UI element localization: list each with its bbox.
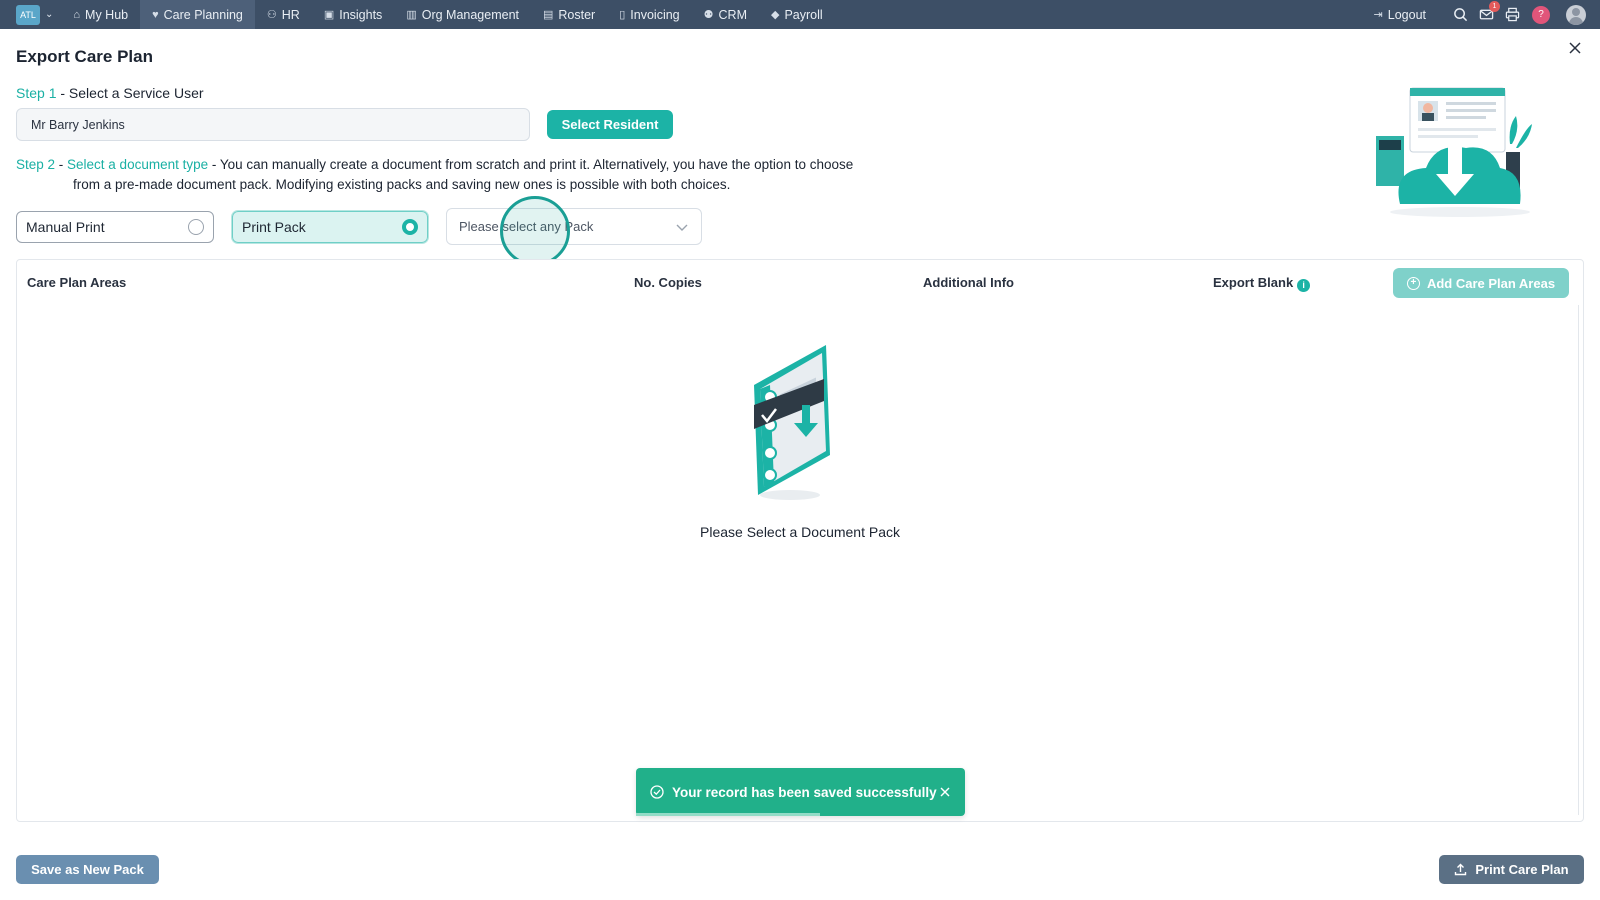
toast-progress-bar: [636, 813, 821, 816]
save-as-new-pack-button[interactable]: Save as New Pack: [16, 855, 159, 884]
step2-heading: Step 2 - Select a document type - You ca…: [16, 155, 936, 195]
step2-description-a: - You can manually create a document fro…: [208, 157, 854, 172]
pack-select-dropdown[interactable]: Please select any Pack: [446, 208, 702, 245]
building-icon: ▥: [406, 9, 417, 21]
close-icon[interactable]: [939, 786, 951, 798]
click-indicator: [500, 196, 570, 266]
top-navigation-bar: ATL ⌄ ⌂ My Hub ♥ Care Planning ⚇ HR ▣ Insigh…: [0, 0, 1600, 29]
home-icon: ⌂: [73, 8, 81, 21]
people-icon: ⚇: [266, 9, 277, 21]
export-cloud-illustration: [1370, 84, 1540, 219]
column-header-care-plan-areas: Care Plan Areas: [27, 275, 127, 290]
contacts-icon: ⚉: [703, 9, 714, 21]
nav-item-label: Insights: [339, 7, 383, 22]
info-icon[interactable]: i: [1297, 278, 1311, 292]
nav-item-insights[interactable]: ▣ Insights: [312, 0, 395, 29]
care-plan-areas-panel: [16, 259, 1584, 822]
document-icon: ▯: [619, 9, 626, 21]
column-header-additional-info: Additional Info: [923, 275, 1014, 290]
scrollbar-track[interactable]: [1578, 305, 1579, 815]
mail-icon[interactable]: 1: [1478, 0, 1500, 23]
help-button[interactable]: ?: [1532, 5, 1550, 24]
chevron-down-icon: ⌄: [45, 9, 54, 20]
chevron-down-icon: [676, 224, 688, 231]
check-circle-icon: [650, 785, 664, 799]
add-care-plan-areas-button[interactable]: + Add Care Plan Areas: [1393, 268, 1569, 298]
service-user-field[interactable]: Mr Barry Jenkins: [16, 108, 530, 141]
nav-item-label: Care Planning: [163, 7, 243, 22]
print-care-plan-button[interactable]: Print Care Plan: [1439, 855, 1584, 884]
nav-item-roster[interactable]: ▤ Roster: [531, 0, 607, 29]
manual-print-radio[interactable]: [188, 219, 204, 235]
logout-icon: ⇥: [1373, 9, 1383, 21]
service-user-value: Mr Barry Jenkins: [31, 117, 125, 132]
print-pack-radio[interactable]: [402, 219, 418, 235]
upload-icon: [1455, 863, 1467, 876]
print-pack-option[interactable]: Print Pack: [231, 210, 429, 244]
step1-text: - Select a Service User: [56, 85, 204, 101]
avatar[interactable]: [1566, 4, 1586, 25]
nav-item-label: Org Management: [421, 7, 519, 22]
nav-item-crm[interactable]: ⚉ CRM: [692, 0, 759, 29]
success-toast: Your record has been saved successfully: [636, 768, 965, 816]
search-icon[interactable]: [1452, 7, 1468, 23]
select-resident-button[interactable]: Select Resident: [547, 110, 673, 139]
step2-description-b: from a pre-made document pack. Modifying…: [73, 177, 731, 192]
step2-label: Select a document type: [67, 157, 209, 172]
manual-print-label: Manual Print: [26, 219, 105, 235]
printer-icon[interactable]: [1504, 7, 1520, 23]
empty-state-message: Please Select a Document Pack: [700, 524, 900, 540]
step2-dash: -: [55, 157, 68, 172]
toast-message: Your record has been saved successfully: [672, 784, 937, 800]
chart-icon: ▣: [323, 9, 335, 21]
column-header-no-copies: No. Copies: [634, 275, 702, 290]
mail-count-badge: 1: [1489, 0, 1500, 12]
tag-icon: ◆: [770, 9, 780, 21]
manual-print-option[interactable]: Manual Print: [16, 211, 214, 243]
nav-item-care-planning[interactable]: ♥ Care Planning: [140, 0, 255, 29]
step2-key: Step 2: [16, 157, 56, 172]
plus-circle-icon: +: [1406, 276, 1420, 290]
nav-item-my-hub[interactable]: ⌂ My Hub: [61, 0, 140, 29]
logout-label: Logout: [1387, 7, 1426, 22]
nav-item-label: CRM: [718, 7, 747, 22]
document-checklist-illustration: [740, 345, 850, 505]
column-header-export-blank: Export Blank i: [1213, 275, 1311, 292]
close-icon[interactable]: [1567, 40, 1583, 56]
step1-key: Step 1: [16, 85, 57, 101]
nav-item-invoicing[interactable]: ▯ Invoicing: [607, 0, 691, 29]
nav-item-hr[interactable]: ⚇ HR: [255, 0, 312, 29]
export-blank-label: Export Blank: [1213, 275, 1294, 290]
print-pack-label: Print Pack: [242, 219, 306, 235]
add-care-plan-areas-label: Add Care Plan Areas: [1426, 275, 1556, 291]
logout-button[interactable]: ⇥ Logout: [1374, 8, 1426, 22]
step1-heading: Step 1 - Select a Service User: [16, 85, 204, 101]
nav-right-tools: ⇥ Logout 1 ?: [1374, 0, 1600, 29]
brand-logo: ATL: [16, 4, 40, 25]
nav-item-payroll[interactable]: ◆ Payroll: [759, 0, 835, 29]
calendar-icon: ▤: [543, 9, 554, 21]
nav-item-org-management[interactable]: ▥ Org Management: [394, 0, 531, 29]
nav-item-label: Invoicing: [630, 7, 680, 22]
heart-icon: ♥: [152, 8, 159, 21]
nav-item-label: HR: [281, 7, 300, 22]
print-care-plan-label: Print Care Plan: [1475, 862, 1569, 877]
nav-item-label: Payroll: [784, 7, 823, 22]
nav-item-label: Roster: [558, 7, 596, 22]
nav-item-label: My Hub: [85, 7, 129, 22]
brand-switcher[interactable]: ATL ⌄: [16, 4, 54, 25]
page-title: Export Care Plan: [16, 47, 153, 66]
